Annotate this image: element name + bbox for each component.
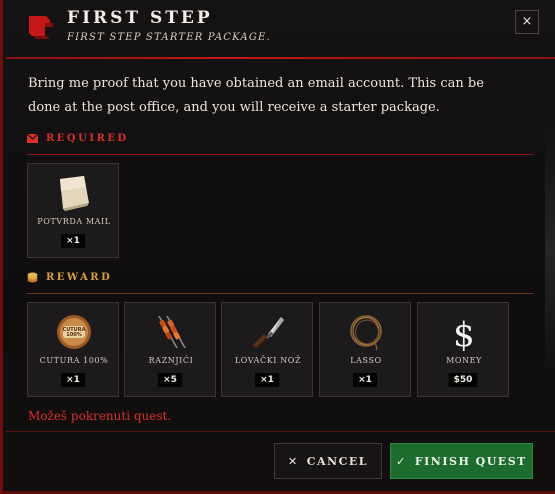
reward-item-raznjici[interactable]: RAZNJIĆI ×5 — [124, 302, 216, 397]
coins-icon — [27, 272, 38, 283]
item-label: LASSO — [350, 356, 382, 365]
header-divider — [6, 57, 555, 59]
burger-badge-icon: CUTURA 100% — [57, 315, 91, 349]
dialog-header: FIRST STEP FIRST STEP STARTER PACKAGE. × — [3, 0, 555, 58]
check-icon: ✓ — [396, 454, 407, 468]
reward-item-knife[interactable]: LOVAČKI NOŽ ×1 — [221, 302, 313, 397]
finish-quest-button-label: FINISH QUEST — [414, 454, 527, 468]
finish-quest-button[interactable]: ✓ FINISH QUEST — [390, 443, 533, 479]
item-quantity: $50 — [448, 373, 478, 387]
item-quantity: ×1 — [61, 234, 85, 248]
item-label: RAZNJIĆI — [148, 356, 194, 365]
item-quantity: ×1 — [61, 373, 85, 387]
item-label: POTVRDA MAIL — [37, 217, 111, 226]
quest-status-text: Možeš pokrenuti quest. — [28, 409, 172, 423]
paper-note-icon — [60, 176, 89, 211]
footer-divider — [6, 431, 555, 432]
reward-divider — [27, 293, 533, 294]
required-heading: REQUIRED — [27, 133, 129, 144]
close-button[interactable]: × — [515, 10, 539, 34]
item-quantity: ×1 — [353, 373, 377, 387]
envelope-icon — [27, 134, 38, 143]
lasso-icon — [350, 315, 382, 351]
required-item[interactable]: POTVRDA MAIL ×1 — [27, 163, 119, 258]
x-icon: ✕ — [288, 454, 299, 468]
page-subtitle: FIRST STEP STARTER PACKAGE. — [67, 32, 271, 43]
item-quantity: ×5 — [158, 373, 182, 387]
reward-item-cutura[interactable]: CUTURA 100% CUTURA 100% ×1 — [27, 302, 119, 397]
page-title: FIRST STEP — [67, 8, 213, 28]
cancel-button-label: CANCEL — [306, 454, 368, 468]
cancel-button[interactable]: ✕ CANCEL — [274, 443, 382, 479]
skewers-icon — [158, 315, 186, 349]
item-label: LOVAČKI NOŽ — [234, 356, 302, 365]
item-label: MONEY — [446, 356, 482, 365]
reward-heading-label: REWARD — [46, 272, 113, 283]
hunting-knife-icon — [253, 317, 284, 348]
reward-item-lasso[interactable]: LASSO ×1 — [319, 302, 411, 397]
reward-item-money[interactable]: $ MONEY $50 — [417, 302, 509, 397]
item-label: CUTURA 100% — [39, 356, 109, 365]
dollar-icon: $ — [453, 315, 475, 352]
required-heading-label: REQUIRED — [46, 133, 129, 144]
close-icon: × — [521, 14, 533, 29]
svg-text:$: $ — [453, 315, 475, 352]
required-divider — [27, 154, 533, 155]
quest-description: Bring me proof that you have obtained an… — [28, 76, 484, 115]
quest-scroll-icon — [29, 16, 53, 39]
svg-text:100%: 100% — [66, 332, 81, 338]
quest-dialog: FIRST STEP FIRST STEP STARTER PACKAGE. ×… — [0, 0, 555, 494]
item-quantity: ×1 — [255, 373, 279, 387]
reward-heading: REWARD — [27, 272, 112, 283]
